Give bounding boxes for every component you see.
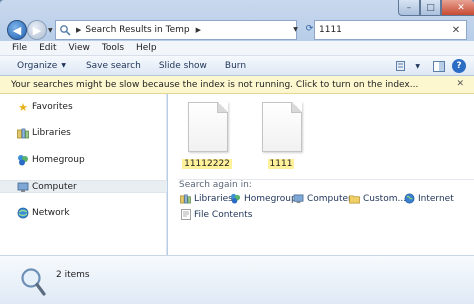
view-dropdown-icon[interactable]: ▼ <box>415 58 420 74</box>
breadcrumb-chevron-icon[interactable]: ▶ <box>76 26 81 34</box>
file-contents-icon <box>180 209 191 220</box>
change-view-icon[interactable] <box>395 58 409 74</box>
preview-pane-icon[interactable] <box>432 58 446 74</box>
organize-label: Organize <box>17 60 58 71</box>
search-again-homegroup[interactable]: Homegroup <box>230 192 297 205</box>
computer-icon <box>293 193 304 204</box>
address-bar[interactable]: ▶ Search Results in Temp ▶ <box>55 20 297 40</box>
nav-item-label: Libraries <box>32 128 71 138</box>
nav-item-label: Favorites <box>32 102 73 112</box>
chevron-down-icon: ▼ <box>61 62 66 69</box>
breadcrumb-path[interactable]: Search Results in Temp <box>85 25 189 35</box>
command-bar: Organize ▼ Save search Slide show Burn ▼… <box>0 56 474 76</box>
network-icon <box>17 207 29 219</box>
help-icon[interactable]: ? <box>452 59 466 73</box>
breadcrumb-chevron-icon[interactable]: ▶ <box>196 26 201 34</box>
file-name: 1111 <box>267 159 295 169</box>
search-again-custom[interactable]: Custom... <box>349 192 406 205</box>
library-icon <box>180 193 191 204</box>
nav-item-label: Homegroup <box>32 155 85 165</box>
nav-item-label: Computer <box>32 182 77 192</box>
address-dropdown-icon[interactable]: ▼ <box>290 22 301 36</box>
search-again-heading: Search again in: <box>179 180 252 190</box>
menu-edit[interactable]: Edit <box>33 41 62 56</box>
file-name: 11112222 <box>182 159 232 169</box>
results-pane: 11112222 1111 Search again in: Libraries… <box>168 94 474 255</box>
forward-arrow-icon[interactable]: ▶ <box>27 20 47 40</box>
search-input[interactable]: 1111 <box>319 25 342 35</box>
computer-icon <box>17 181 29 193</box>
clear-search-icon[interactable]: ✕ <box>449 23 463 37</box>
nav-item-libraries[interactable]: Libraries <box>17 126 71 140</box>
view-controls: ▼ ? <box>395 56 474 76</box>
homegroup-icon <box>230 193 241 204</box>
menu-view[interactable]: View <box>63 41 96 56</box>
homegroup-icon <box>17 154 29 166</box>
document-icon <box>262 102 302 152</box>
menu-file[interactable]: File <box>6 41 33 56</box>
burn-button[interactable]: Burn <box>218 56 253 76</box>
globe-icon <box>404 193 415 204</box>
search-box[interactable]: 1111 ✕ <box>314 20 467 40</box>
close-icon[interactable]: ✕ <box>441 0 474 16</box>
index-warning-text[interactable]: Your searches might be slow because the … <box>11 80 418 90</box>
minimize-icon[interactable]: – <box>398 0 420 16</box>
nav-item-favorites[interactable]: ★ Favorites <box>17 100 73 114</box>
menu-help[interactable]: Help <box>130 41 163 56</box>
search-again-libraries[interactable]: Libraries <box>180 192 233 205</box>
window-controls: – □ ✕ <box>398 0 474 16</box>
slide-show-button[interactable]: Slide show <box>152 56 214 76</box>
search-again-file-contents[interactable]: File Contents <box>180 208 252 221</box>
star-icon: ★ <box>18 100 28 114</box>
menu-tools[interactable]: Tools <box>96 41 130 56</box>
navigation-pane: ★ Favorites Libraries Homegroup Computer <box>0 94 167 255</box>
search-again-internet[interactable]: Internet <box>404 192 454 205</box>
document-icon <box>188 102 228 152</box>
magnifier-icon <box>20 267 46 296</box>
organize-button[interactable]: Organize ▼ <box>10 56 73 76</box>
save-search-button[interactable]: Save search <box>79 56 148 76</box>
back-arrow-icon[interactable]: ◀ <box>7 20 27 40</box>
nav-item-label: Network <box>32 208 70 218</box>
search-folder-icon <box>58 23 72 37</box>
recent-pages-dropdown-icon[interactable]: ▼ <box>48 27 53 34</box>
nav-item-network[interactable]: Network <box>17 206 70 220</box>
details-pane: 2 items <box>0 255 474 304</box>
nav-item-homegroup[interactable]: Homegroup <box>17 153 85 167</box>
item-count: 2 items <box>56 270 90 280</box>
folder-icon <box>349 193 360 204</box>
maximize-icon[interactable]: □ <box>420 0 441 16</box>
library-icon <box>17 127 29 139</box>
close-icon[interactable]: ✕ <box>456 79 464 89</box>
title-bar: – □ ✕ ◀ ▶ ▼ ▶ Search Results in Temp ▶ ▼… <box>0 0 474 40</box>
explorer-window: – □ ✕ ◀ ▶ ▼ ▶ Search Results in Temp ▶ ▼… <box>0 0 474 304</box>
index-warning-bar[interactable]: Your searches might be slow because the … <box>0 76 474 94</box>
menu-bar: File Edit View Tools Help <box>0 41 474 56</box>
nav-item-computer[interactable]: Computer <box>17 180 77 194</box>
address-buttons: ▼ ⟳ <box>290 22 315 36</box>
search-again-computer[interactable]: Computer <box>293 192 352 205</box>
